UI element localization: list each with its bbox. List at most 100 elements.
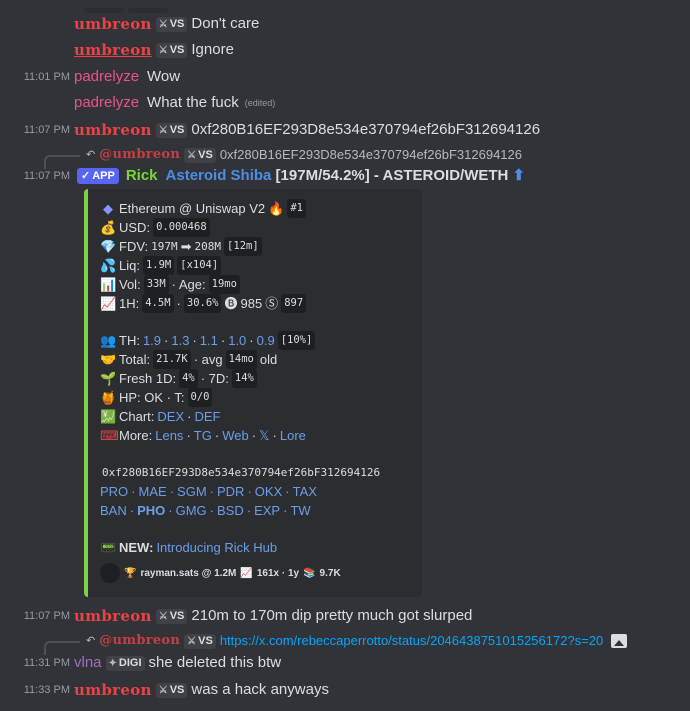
- bot-message-row[interactable]: 11:07 PM ✓ APP Rick Asteroid Shiba [197M/…: [0, 164, 690, 188]
- clan-tag[interactable]: ✦ DIGI: [105, 655, 145, 671]
- keyboard-icon: ⌨: [100, 428, 119, 443]
- rick-hub-link[interactable]: Introducing Rick Hub: [156, 538, 277, 557]
- message-text: she deleted this btw: [148, 654, 282, 671]
- username[interactable]: umbreon: [74, 604, 152, 628]
- fire-icon: 🔥: [268, 201, 285, 216]
- clan-tag[interactable]: ⚔ VS: [184, 147, 216, 163]
- username[interactable]: umbreon: [74, 678, 152, 702]
- message-row[interactable]: 11:07 PM umbreon ⚔ VS 210m to 170m dip pr…: [0, 604, 690, 628]
- th-value[interactable]: 1.3: [171, 331, 189, 350]
- fdv-to: 208M: [194, 240, 222, 253]
- more-link-lore[interactable]: Lore: [280, 426, 306, 445]
- username[interactable]: umbreon: [74, 12, 152, 36]
- th-value[interactable]: 0.9: [257, 331, 275, 350]
- money-bag-icon: 💰: [100, 220, 117, 235]
- up-arrow-icon: ⬆: [512, 167, 526, 184]
- clan-tag[interactable]: ⚔ VS: [155, 42, 188, 58]
- reply-text[interactable]: 0xf280B16EF293D8e534e370794ef26bF3126941…: [220, 144, 522, 166]
- chart-icon: 📈: [240, 567, 253, 579]
- chart-link-def[interactable]: DEF: [194, 407, 220, 426]
- sword-icon: ⚔: [158, 18, 168, 30]
- arrow-right-icon: ➡: [180, 239, 192, 254]
- image-icon: [611, 634, 628, 648]
- diamond-icon: ✦: [108, 657, 117, 669]
- link-pro[interactable]: PRO: [100, 482, 128, 501]
- liquidity: 1.9M: [142, 256, 175, 275]
- token-name[interactable]: Asteroid Shiba: [166, 167, 272, 184]
- sword-icon: ⚔: [158, 610, 168, 622]
- message-row[interactable]: umbreon ⚔ VS Don't care: [0, 12, 690, 36]
- chart-up-icon: 📈: [100, 296, 117, 311]
- link-tax[interactable]: TAX: [293, 482, 317, 501]
- clan-tag[interactable]: ⚔ VS: [184, 633, 216, 649]
- clan-tag[interactable]: ⚔ VS: [155, 608, 188, 624]
- edited-label: (edited): [244, 98, 276, 108]
- link-bsd[interactable]: BSD: [217, 501, 244, 520]
- timestamp[interactable]: 11:31 PM: [0, 651, 70, 675]
- th-value[interactable]: 1.9: [143, 331, 161, 350]
- message-text: was a hack anyways: [191, 681, 329, 698]
- link-tw[interactable]: TW: [290, 501, 310, 520]
- more-link-tg[interactable]: TG: [194, 426, 212, 445]
- honey-pot-icon: 🍯: [100, 390, 117, 405]
- contract-address[interactable]: 0xf280B16EF293D8e534e370794ef26bF3126941…: [102, 463, 380, 482]
- more-link-web[interactable]: Web: [222, 426, 249, 445]
- reply-preview[interactable]: ↶ @umbreon ⚔ VS https://x.com/rebeccaperr…: [0, 630, 690, 655]
- usd-price: 0.000468: [153, 218, 210, 237]
- chart-link-dex[interactable]: DEX: [157, 407, 184, 426]
- gem-icon: 💎: [100, 239, 117, 254]
- trophy-icon: 🏆: [124, 567, 137, 579]
- chain-dex: Ethereum @ Uniswap V2: [119, 201, 266, 216]
- message-text: 0xf280B16EF293D8e534e370794ef26bF3126941…: [191, 121, 541, 138]
- sword-icon: ⚔: [187, 635, 197, 647]
- message-row[interactable]: umbreon ⚔ VS Ignore: [0, 38, 690, 62]
- clan-tag[interactable]: ⚔ VS: [155, 682, 188, 698]
- link-exp[interactable]: EXP: [254, 501, 280, 520]
- chat-log: umbreon ⚔ VS Don't care umbreon ⚔ VS Ignor…: [0, 0, 690, 711]
- message-text: 210m to 170m dip pretty much got slurped: [191, 607, 473, 624]
- timestamp[interactable]: 11:01 PM: [0, 65, 70, 89]
- timestamp[interactable]: 11:07 PM: [0, 164, 70, 188]
- username[interactable]: padrelyze: [74, 91, 139, 115]
- message-row[interactable]: 11:07 PM umbreon ⚔ VS 0xf280B16EF293D8e53…: [0, 118, 690, 142]
- handshake-icon: 🤝: [100, 352, 117, 367]
- username[interactable]: padrelyze: [74, 65, 139, 89]
- th-value[interactable]: 1.0: [228, 331, 246, 350]
- message-row[interactable]: padrelyze What the fuck (edited): [0, 91, 690, 115]
- timestamp[interactable]: 11:07 PM: [0, 118, 70, 142]
- volume: 33M: [143, 275, 169, 294]
- ethereum-icon: ◆: [103, 201, 113, 216]
- reply-preview[interactable]: ↶ @umbreon ⚔ VS 0xf280B16EF293D8e534e3707…: [0, 144, 690, 169]
- app-badge: ✓ APP: [77, 168, 119, 184]
- timestamp[interactable]: 11:07 PM: [0, 604, 70, 628]
- embed-footer: 🏆 rayman.sats @ 1.2M 📈 161x · 1y 📚 9.7K: [100, 563, 410, 583]
- th-value[interactable]: 1.1: [200, 331, 218, 350]
- bar-chart-icon: 📊: [100, 277, 117, 292]
- link-okx[interactable]: OKX: [255, 482, 282, 501]
- username[interactable]: umbreon: [74, 38, 152, 62]
- seedling-icon: 🌱: [100, 371, 117, 386]
- previous-message-tail: [84, 0, 174, 13]
- link-pho[interactable]: PHO: [137, 501, 165, 520]
- sword-icon: ⚔: [158, 684, 168, 696]
- username[interactable]: vlna: [74, 651, 102, 675]
- message-row[interactable]: 11:31 PM vlna ✦ DIGI she deleted this btw: [0, 651, 690, 675]
- clan-tag[interactable]: ⚔ VS: [155, 16, 188, 32]
- link-sgm[interactable]: SGM: [177, 482, 207, 501]
- reply-username[interactable]: @umbreon: [99, 630, 180, 652]
- link-ban[interactable]: BAN: [100, 501, 127, 520]
- bot-username[interactable]: Rick: [126, 164, 158, 188]
- buys-icon: 🅑: [224, 296, 238, 311]
- timestamp[interactable]: 11:33 PM: [0, 678, 70, 702]
- message-row[interactable]: 11:01 PM padrelyze Wow: [0, 65, 690, 89]
- more-link-x[interactable]: 𝕏: [259, 426, 269, 445]
- link-pdr[interactable]: PDR: [217, 482, 244, 501]
- link-mae[interactable]: MAE: [139, 482, 167, 501]
- reply-username[interactable]: @umbreon: [99, 144, 180, 166]
- reply-link[interactable]: https://x.com/rebeccaperrotto/status/204…: [220, 630, 603, 652]
- link-gmg[interactable]: GMG: [176, 501, 207, 520]
- username[interactable]: umbreon: [74, 118, 152, 142]
- message-row[interactable]: 11:33 PM umbreon ⚔ VS was a hack anyways: [0, 678, 690, 702]
- clan-tag[interactable]: ⚔ VS: [155, 122, 188, 138]
- more-link-lens[interactable]: Lens: [155, 426, 183, 445]
